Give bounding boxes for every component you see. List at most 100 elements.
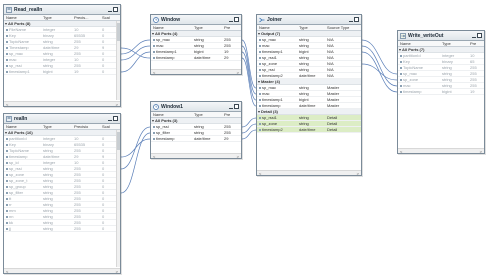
port-row[interactable]: timestamp bigint 19 [398,89,484,95]
horizontal-scrollbar[interactable]: < > [4,101,120,106]
read-realin-panel[interactable]: Read_realIn Name Type Precis... Scal All… [3,4,121,107]
minimize-icon[interactable] [108,10,112,12]
col-name[interactable]: Name [151,112,192,117]
expand-icon[interactable] [5,131,7,134]
horizontal-scrollbar[interactable]: < > [151,69,241,74]
minimize-icon[interactable] [229,20,233,22]
window1-panel[interactable]: Window1 Name Type Pre All Ports (3) sp_r… [150,101,242,159]
expand-icon[interactable] [399,48,401,51]
port-scale: 0 [102,136,105,141]
scroll-left-icon[interactable]: < [6,102,8,107]
maximize-icon[interactable] [477,33,482,38]
panel-titlebar[interactable]: Window [151,15,241,25]
panel-title: realIn [14,115,28,122]
minimize-icon[interactable] [108,119,112,121]
col-type[interactable]: Type [41,124,72,129]
port-group-label: Output (7) [261,31,281,36]
col-name[interactable]: Name [151,25,192,30]
scroll-left-icon[interactable]: < [400,149,402,154]
col-precision[interactable]: Precisio [72,124,100,129]
col-name[interactable]: Name [257,25,297,30]
maximize-icon[interactable] [354,17,359,22]
panel-titlebar[interactable]: Window1 [151,102,241,112]
port-scale: 0 [102,142,105,147]
scroll-right-icon[interactable]: > [116,269,118,274]
port-scale: 9 [102,154,105,159]
col-precision[interactable]: Pre [222,112,237,117]
expand-icon[interactable] [152,119,154,122]
port-row[interactable]: timestamp date/time 29 [151,136,241,142]
port-row[interactable]: timestamp1 bigint 19 0 [4,69,120,75]
window-panel[interactable]: Window Name Type Pre All Ports (4) sp_ma… [150,14,242,75]
col-name[interactable]: Name [4,124,41,129]
minimize-icon[interactable] [349,20,353,22]
scroll-left-icon[interactable]: < [153,154,155,159]
maximize-icon[interactable] [234,17,239,22]
port-source-type: N/A [327,73,334,78]
port-name: Key [4,33,41,38]
maximize-icon[interactable] [234,104,239,109]
col-type[interactable]: Type [192,25,222,30]
col-type[interactable]: Type [41,15,72,20]
scroll-left-icon[interactable]: < [259,171,261,176]
scroll-left-icon[interactable]: < [153,70,155,75]
col-type[interactable]: Type [440,41,468,46]
port-precision: 255 [74,220,81,225]
minimize-icon[interactable] [229,107,233,109]
col-precision[interactable]: Pre [222,25,237,30]
port-name: FileName [4,27,41,32]
port-name: sp_rssi [4,63,41,68]
scroll-right-icon[interactable]: > [480,149,482,154]
col-scale[interactable]: Scal [100,15,116,20]
port-row[interactable]: jj string 255 0 [4,226,120,232]
vertical-scrollbar[interactable] [116,21,120,100]
col-type[interactable]: Type [297,25,325,30]
scroll-right-icon[interactable]: > [237,154,239,159]
horizontal-scrollbar[interactable]: < > [398,148,484,153]
panel-titlebar[interactable]: Read_realIn [4,5,120,15]
maximize-icon[interactable] [113,7,118,12]
expand-icon[interactable] [258,32,260,35]
port-type: string [299,67,309,72]
port-group-label: All Ports (3) [155,118,178,123]
port-row[interactable]: timestamp date/time 29 [151,55,241,61]
expand-icon[interactable] [152,32,154,35]
panel-titlebar[interactable]: Joiner [257,15,361,25]
port-name: sp_mac [257,85,297,90]
joiner-panel[interactable]: Joiner Name Type Source Type Output (7) s… [256,14,362,176]
port-list: partitionId integer 10 Key binary 65 TopicName… [398,53,484,95]
minimize-icon[interactable] [472,36,476,38]
panel-titlebar[interactable]: realIn [4,114,120,124]
horizontal-scrollbar[interactable]: < > [257,170,361,175]
scroll-right-icon[interactable]: > [237,70,239,75]
col-precision[interactable]: Precis... [72,15,100,20]
expand-icon[interactable] [258,110,260,113]
horizontal-scrollbar[interactable]: < > [4,268,120,273]
col-type[interactable]: Type [192,112,222,117]
expand-icon[interactable] [5,22,7,25]
port-scale: 0 [102,51,105,56]
port-source-type: N/A [327,37,334,42]
col-name[interactable]: Name [398,41,440,46]
scroll-right-icon[interactable]: > [357,171,359,176]
write-writeout-panel[interactable]: Write_writeOut Name Type Pre All Ports (… [397,30,485,154]
maximize-icon[interactable] [113,116,118,121]
expand-icon[interactable] [258,80,260,83]
port-row[interactable]: timestamp2 date/time Detail [257,127,361,133]
realin-panel[interactable]: realIn Name Type Precisio Scal All Ports… [3,113,121,274]
horizontal-scrollbar[interactable]: < > [151,153,241,158]
col-source-type[interactable]: Source Type [325,25,359,30]
port-name: timestamp1 [257,49,297,54]
port-name: sp_mac [151,37,192,42]
col-name[interactable]: Name [4,15,41,20]
port-name: timestamp1 [151,49,192,54]
panel-titlebar[interactable]: Write_writeOut [398,31,484,41]
scroll-right-icon[interactable]: > [116,102,118,107]
col-precision[interactable]: Pre [468,41,482,46]
port-type: string [194,43,204,48]
port-name: timestamp [151,55,192,60]
col-scale[interactable]: Scal [100,124,116,129]
scroll-left-icon[interactable]: < [6,269,8,274]
port-name: timestamp1 [4,69,41,74]
vertical-scrollbar[interactable] [116,130,120,267]
